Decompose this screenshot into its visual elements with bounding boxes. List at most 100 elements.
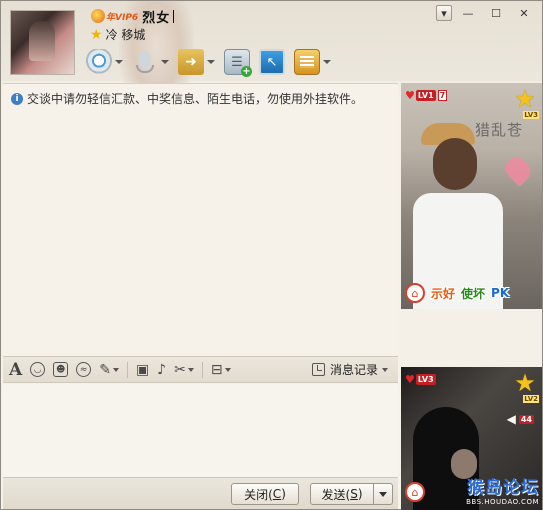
level-badge: LV3 bbox=[415, 374, 436, 385]
chevron-down-icon[interactable] bbox=[115, 60, 123, 64]
chat-toolbar bbox=[86, 46, 340, 78]
minimize-button[interactable]: — bbox=[456, 5, 480, 21]
chevron-down-icon[interactable] bbox=[187, 367, 194, 372]
contact-signature: ★ 冷 移城 bbox=[90, 26, 145, 43]
close-chat-button[interactable]: 关闭(C) bbox=[231, 483, 299, 505]
video-actions: ⌂ 示好 使坏 PK bbox=[405, 283, 515, 303]
info-icon: i bbox=[11, 92, 23, 105]
magic-face-icon: ☻ bbox=[53, 362, 69, 377]
doodle-button[interactable]: ✎ bbox=[99, 360, 119, 380]
watermark-url: BBS.HOUDAO.COM bbox=[466, 498, 539, 506]
folder-send-icon bbox=[178, 49, 204, 75]
edit-icon: ✎ bbox=[99, 361, 111, 378]
home-icon[interactable]: ⌂ bbox=[405, 482, 425, 502]
speaker-icon: ◀ bbox=[506, 412, 516, 426]
heart-sticker-icon bbox=[501, 153, 535, 187]
close-label-end: ) bbox=[281, 487, 286, 501]
window-controls: ▾ — ☐ ✕ bbox=[432, 5, 536, 21]
close-window-button[interactable]: ✕ bbox=[512, 5, 536, 21]
toolbox-icon: ⊟ bbox=[210, 361, 223, 378]
more-tools-button[interactable]: ⊟ bbox=[211, 360, 231, 380]
star-level-label: LV3 bbox=[523, 111, 539, 119]
star-level-label: LV2 bbox=[523, 395, 539, 403]
image-icon: ▣ bbox=[135, 361, 150, 378]
vip-icon bbox=[91, 9, 105, 23]
dropdown-icon[interactable]: ▾ bbox=[436, 5, 452, 21]
remote-desktop-icon bbox=[259, 49, 285, 75]
send-label-end: ) bbox=[357, 487, 363, 501]
message-input[interactable] bbox=[3, 384, 398, 477]
image-button[interactable]: ▣ bbox=[136, 360, 149, 380]
video-call-button[interactable] bbox=[86, 47, 123, 77]
star-level: ★ LV3 bbox=[511, 85, 539, 119]
divider bbox=[126, 361, 128, 378]
action-tease[interactable]: 使坏 bbox=[461, 285, 485, 302]
shake-icon: ≈ bbox=[76, 362, 92, 377]
chevron-down-icon[interactable] bbox=[207, 60, 215, 64]
app-box-icon bbox=[294, 49, 320, 75]
action-greet[interactable]: 示好 bbox=[431, 285, 455, 302]
security-notice: i 交谈中请勿轻信汇款、中奖信息、陌生电话，勿使用外挂软件。 bbox=[11, 90, 363, 107]
clock-icon bbox=[311, 363, 325, 376]
music-button[interactable]: ♪ bbox=[157, 360, 166, 380]
self-video[interactable]: ♥ LV3 ★ LV2 ◀ 44 ⌂ 猴岛论坛 BBS.HOUDAO.COM bbox=[401, 367, 542, 510]
chevron-down-icon[interactable] bbox=[161, 60, 169, 64]
emoji-button[interactable]: ◡ bbox=[30, 360, 46, 380]
chevron-down-icon[interactable] bbox=[112, 367, 119, 372]
smiley-icon: ◡ bbox=[30, 362, 46, 377]
microphone-icon bbox=[132, 49, 158, 75]
send-shortcut: S bbox=[350, 487, 358, 501]
send-label: 发送( bbox=[321, 487, 351, 502]
contact-nickname[interactable]: 烈女 bbox=[142, 7, 170, 26]
voice-call-button[interactable] bbox=[132, 47, 169, 77]
close-shortcut: C bbox=[272, 487, 282, 501]
screenshot-button[interactable]: ✂ bbox=[174, 360, 194, 380]
chat-header: 年VIP6 烈女 ★ 冷 移城 ➜ ☰ + ↖ ▾ — ☐ ✕ bbox=[1, 1, 542, 116]
heart-icon: ♥ bbox=[405, 89, 415, 102]
maximize-button[interactable]: ☐ bbox=[484, 5, 508, 21]
chevron-down-icon[interactable] bbox=[224, 367, 231, 372]
font-icon[interactable]: A bbox=[9, 360, 22, 380]
level-badge: LV1 bbox=[415, 90, 436, 101]
signature-text: 冷 移城 bbox=[105, 28, 146, 42]
vip-label: 年VIP6 bbox=[106, 12, 139, 23]
shake-button[interactable]: ≈ bbox=[76, 360, 92, 380]
contact-avatar[interactable] bbox=[10, 10, 75, 75]
app-box-button[interactable] bbox=[294, 47, 331, 77]
watermark-text: 猴岛论坛 bbox=[467, 478, 539, 498]
contact-video[interactable]: 猎乱苍 ♥ LV1 7 ★ LV3 ⌂ 示好 使坏 PK bbox=[401, 83, 542, 309]
volume-value: 44 bbox=[518, 414, 534, 424]
remote-assist-button[interactable] bbox=[259, 47, 285, 77]
history-label: 消息记录 bbox=[329, 363, 378, 377]
message-history-button[interactable]: 消息记录 bbox=[311, 361, 388, 378]
message-history[interactable]: i 交谈中请勿轻信汇款、中奖信息、陌生电话，勿使用外挂软件。 bbox=[3, 83, 398, 356]
star-icon: ★ bbox=[90, 26, 103, 43]
heart-icon: ♥ bbox=[405, 373, 415, 386]
video-figure-head bbox=[433, 138, 477, 190]
avatar-figure bbox=[29, 21, 55, 61]
home-icon[interactable]: ⌂ bbox=[405, 283, 425, 303]
send-options-button[interactable] bbox=[373, 483, 393, 505]
star-icon: ★ bbox=[514, 369, 536, 397]
close-label: 关闭( bbox=[244, 487, 273, 502]
star-level: ★ LV2 bbox=[511, 369, 539, 403]
user-level-tag: ♥ LV3 bbox=[405, 373, 436, 386]
magic-face-button[interactable]: ☻ bbox=[53, 360, 69, 380]
apps-button[interactable] bbox=[224, 47, 252, 77]
text-caret bbox=[173, 9, 175, 23]
action-pk[interactable]: PK bbox=[491, 286, 509, 300]
chevron-down-icon[interactable] bbox=[382, 367, 388, 372]
bottom-bar: 关闭(C) 发送(S) bbox=[3, 477, 398, 509]
music-icon: ♪ bbox=[157, 361, 167, 378]
scissors-icon: ✂ bbox=[174, 361, 186, 378]
volume-indicator[interactable]: ◀ 44 bbox=[507, 412, 534, 426]
star-icon: ★ bbox=[514, 85, 536, 113]
level-extra: 7 bbox=[437, 90, 448, 101]
contact-name-row: 年VIP6 烈女 bbox=[91, 7, 175, 26]
watermark: 猴岛论坛 BBS.HOUDAO.COM bbox=[466, 473, 539, 506]
input-toolbar: A ◡ ☻ ≈ ✎ ▣ ♪ ✂ ⊟ 消息记录 bbox=[3, 356, 398, 383]
send-button[interactable]: 发送(S) bbox=[310, 483, 374, 505]
notice-text: 交谈中请勿轻信汇款、中奖信息、陌生电话，勿使用外挂软件。 bbox=[27, 92, 364, 106]
chevron-down-icon[interactable] bbox=[323, 60, 331, 64]
send-file-button[interactable] bbox=[178, 47, 215, 77]
